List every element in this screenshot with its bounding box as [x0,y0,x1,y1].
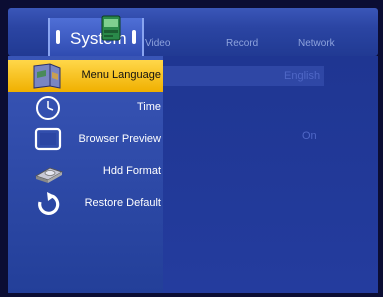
menu-item-browser-preview[interactable]: Browser Preview [8,124,163,156]
clock-icon [36,96,60,120]
system-tab-icon [101,15,121,41]
tab-network[interactable]: Network [298,38,335,49]
map-book-icon [33,63,61,89]
tv-monitor-icon [34,127,62,151]
menu-item-restore-default[interactable]: Restore Default [8,188,163,220]
tab-left-cap [56,30,60,44]
tab-right-cap [132,30,136,44]
menu-item-label: Restore Default [84,197,161,209]
menu-item-hdd-format[interactable]: Hdd Format [8,156,163,188]
menu-item-label: Browser Preview [78,133,161,145]
tab-video[interactable]: Video [145,38,170,49]
restore-arrow-icon [38,192,60,215]
tab-system[interactable]: System [48,18,144,60]
browser-preview-value: On [302,130,317,142]
settings-menu: Menu Language Time Browser Preview Hdd F… [8,56,163,293]
menu-item-label: Menu Language [81,69,161,81]
menu-item-time[interactable]: Time [8,92,163,124]
menu-language-value: English [284,70,321,82]
menu-item-menu-language[interactable]: Menu Language [8,60,163,92]
tab-record[interactable]: Record [226,38,258,49]
tab-bar: System Video Record Network [8,8,378,60]
settings-screen: System Video Record Network Menu Languag… [0,0,383,297]
menu-item-label: Time [136,101,161,113]
hard-disk-icon [34,167,64,183]
menu-item-label: Hdd Format [102,165,161,177]
values-panel [163,56,378,293]
